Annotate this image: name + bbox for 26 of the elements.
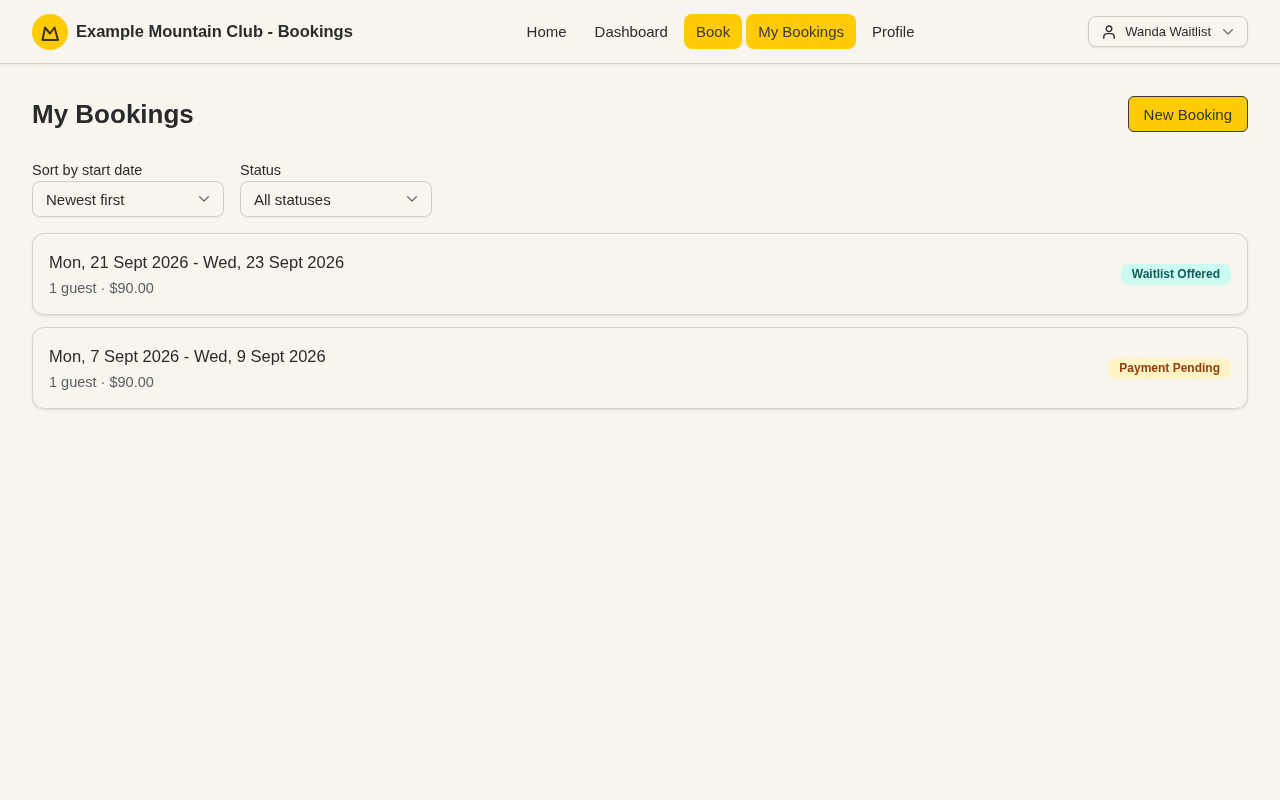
status-tag: Waitlist Offered: [1120, 263, 1231, 285]
nav-link[interactable]: Home: [514, 14, 579, 49]
chevron-down-icon: [199, 196, 209, 202]
user-icon: [1103, 24, 1116, 39]
booking-dates: Mon, 21 Sept 2026 - Wed, 23 Sept 2026: [49, 252, 345, 273]
page-title: My Bookings: [32, 98, 194, 131]
mountain-logo-icon: [32, 13, 68, 50]
chevron-down-icon: [1223, 28, 1233, 35]
booking-details: 1 guest · $90.00: [49, 373, 154, 392]
nav-link[interactable]: Profile: [860, 14, 927, 49]
new-booking-button[interactable]: New Booking: [1127, 96, 1248, 132]
dropdown-select[interactable]: All statuses: [240, 181, 432, 217]
booking-card[interactable]: Mon, 21 Sept 2026 - Wed, 23 Sept 2026 1 guest · $90.00 Waitlist Offered: [32, 233, 1248, 315]
nav-link[interactable]: Dashboard: [582, 14, 680, 49]
booking-details: 1 guest · $90.00: [49, 279, 154, 298]
dropdown-select[interactable]: Newest first: [32, 181, 224, 217]
nav-link[interactable]: Book: [683, 14, 743, 49]
booking-card[interactable]: Mon, 7 Sept 2026 - Wed, 9 Sept 2026 1 guest · $90.00 Payment Pending: [32, 327, 1248, 409]
filter-label: Status: [240, 161, 282, 180]
filter-label: Sort by start date: [32, 161, 143, 180]
nav-link[interactable]: My Bookings: [746, 14, 857, 49]
booking-dates: Mon, 7 Sept 2026 - Wed, 9 Sept 2026: [49, 346, 326, 367]
site-title: Example Mountain Club - Bookings: [76, 22, 353, 41]
chevron-down-icon: [407, 196, 417, 202]
status-tag: Payment Pending: [1108, 357, 1231, 379]
user-menu-button[interactable]: Wanda Waitlist: [1088, 16, 1248, 47]
